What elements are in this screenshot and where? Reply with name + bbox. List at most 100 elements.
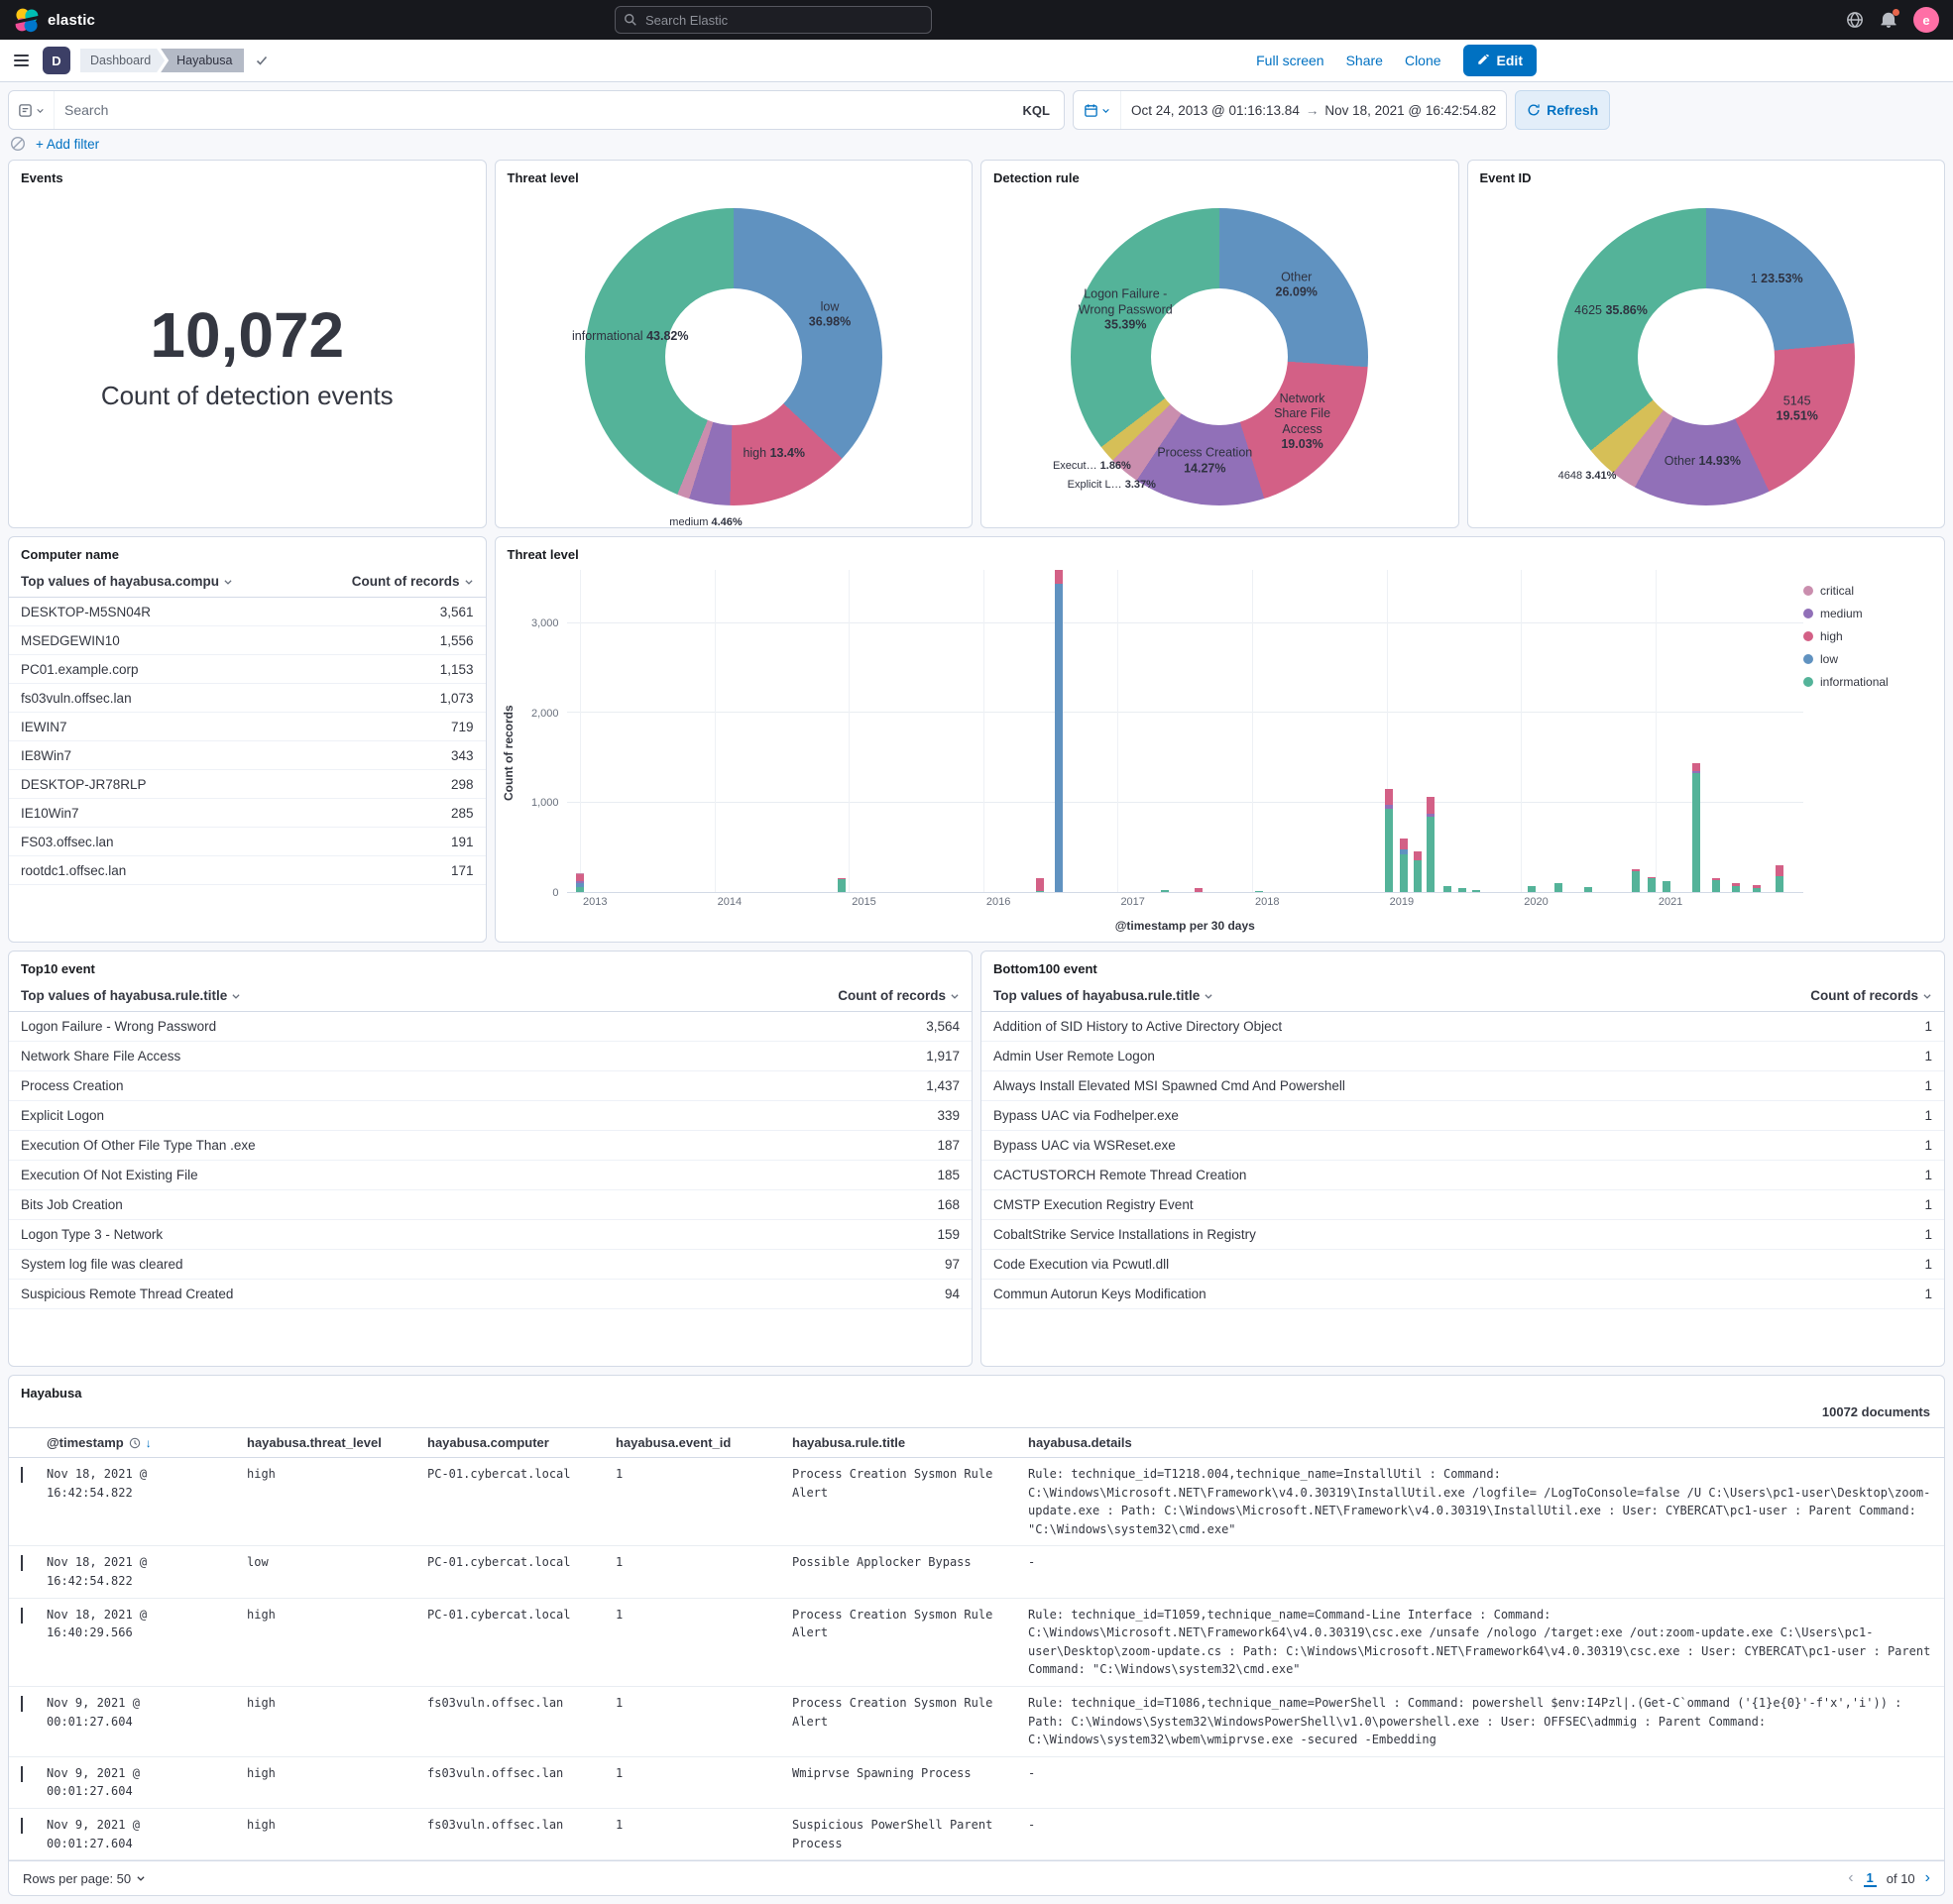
stacked-bar[interactable] bbox=[1732, 570, 1740, 892]
column-header-name[interactable]: Top values of hayabusa.rule.title bbox=[993, 988, 1213, 1003]
stacked-bar[interactable] bbox=[576, 570, 584, 892]
expand-row-icon[interactable] bbox=[21, 1467, 23, 1483]
column-header-count[interactable]: Count of records bbox=[1810, 988, 1932, 1003]
detection-rule-donut-chart[interactable]: Other 26.09%Network Share File Access 19… bbox=[1071, 208, 1368, 505]
table-row[interactable]: DESKTOP-JR78RLP 298 bbox=[9, 770, 486, 799]
stacked-bar[interactable] bbox=[1036, 570, 1044, 892]
legend-item[interactable]: high bbox=[1803, 629, 1934, 643]
expand-row-icon[interactable] bbox=[21, 1766, 23, 1782]
elastic-brand[interactable]: elastic bbox=[14, 7, 95, 33]
stacked-bar[interactable] bbox=[1427, 570, 1435, 892]
breadcrumb-dashboard[interactable]: Dashboard bbox=[80, 49, 165, 72]
table-row[interactable]: Commun Autorun Keys Modification 1 bbox=[981, 1280, 1944, 1309]
table-row[interactable]: Execution Of Not Existing File 185 bbox=[9, 1161, 972, 1190]
stacked-bar[interactable] bbox=[1400, 570, 1408, 892]
table-row[interactable]: Admin User Remote Logon 1 bbox=[981, 1042, 1944, 1071]
column-header-computer[interactable]: hayabusa.computer bbox=[427, 1435, 600, 1450]
table-row[interactable]: Execution Of Other File Type Than .exe 1… bbox=[9, 1131, 972, 1161]
panel-title[interactable]: Hayabusa bbox=[9, 1376, 1944, 1402]
stacked-bar[interactable] bbox=[1255, 570, 1263, 892]
panel-title[interactable]: Bottom100 event bbox=[981, 952, 1944, 978]
stacked-bar[interactable] bbox=[1472, 570, 1480, 892]
table-row[interactable]: Bypass UAC via WSReset.exe 1 bbox=[981, 1131, 1944, 1161]
panel-title[interactable]: Event ID bbox=[1468, 161, 1945, 187]
table-row[interactable]: DESKTOP-M5SN04R 3,561 bbox=[9, 598, 486, 626]
table-row[interactable]: FS03.offsec.lan 191 bbox=[9, 828, 486, 856]
legend-item[interactable]: low bbox=[1803, 652, 1934, 666]
column-header-name[interactable]: Top values of hayabusa.compu bbox=[21, 574, 233, 589]
calendar-icon[interactable] bbox=[1074, 91, 1121, 129]
user-avatar[interactable]: e bbox=[1913, 7, 1939, 33]
saved-query-menu-button[interactable] bbox=[9, 91, 55, 129]
table-row[interactable]: Bypass UAC via Fodhelper.exe 1 bbox=[981, 1101, 1944, 1131]
column-header-details[interactable]: hayabusa.details bbox=[1028, 1435, 1936, 1450]
event-id-donut-chart[interactable]: 1 23.53%5145 19.51%Other 14.93%4648 3.41… bbox=[1557, 208, 1855, 505]
expand-row-icon[interactable] bbox=[21, 1818, 23, 1834]
stacked-bar[interactable] bbox=[1753, 570, 1761, 892]
timeseries-plot[interactable] bbox=[567, 570, 1804, 893]
panel-title[interactable]: Events bbox=[9, 161, 486, 187]
table-row[interactable]: PC01.example.corp 1,153 bbox=[9, 655, 486, 684]
stacked-bar[interactable] bbox=[1458, 570, 1466, 892]
fullscreen-button[interactable]: Full screen bbox=[1256, 53, 1323, 68]
table-row[interactable]: Logon Type 3 - Network 159 bbox=[9, 1220, 972, 1250]
column-header-name[interactable]: Top values of hayabusa.rule.title bbox=[21, 988, 241, 1003]
stacked-bar[interactable] bbox=[1528, 570, 1536, 892]
date-from[interactable]: Oct 24, 2013 @ 01:16:13.84 bbox=[1131, 103, 1300, 118]
space-avatar[interactable]: D bbox=[43, 47, 70, 74]
next-page-icon[interactable]: › bbox=[1925, 1869, 1930, 1887]
column-header-count[interactable]: Count of records bbox=[838, 988, 960, 1003]
panel-title[interactable]: Threat level bbox=[496, 161, 973, 187]
table-row[interactable]: MSEDGEWIN10 1,556 bbox=[9, 626, 486, 655]
table-row[interactable]: Process Creation 1,437 bbox=[9, 1071, 972, 1101]
table-row[interactable]: rootdc1.offsec.lan 171 bbox=[9, 856, 486, 885]
table-row[interactable]: Explicit Logon 339 bbox=[9, 1101, 972, 1131]
table-row[interactable]: IE10Win7 285 bbox=[9, 799, 486, 828]
help-icon[interactable] bbox=[1846, 11, 1864, 29]
stacked-bar[interactable] bbox=[1385, 570, 1393, 892]
add-filter-button[interactable]: + Add filter bbox=[36, 137, 99, 152]
table-row[interactable]: IEWIN7 719 bbox=[9, 713, 486, 741]
column-header-event-id[interactable]: hayabusa.event_id bbox=[616, 1435, 776, 1450]
stacked-bar[interactable] bbox=[1195, 570, 1203, 892]
table-row[interactable]: System log file was cleared 97 bbox=[9, 1250, 972, 1280]
rows-per-page-selector[interactable]: Rows per page: 50 bbox=[23, 1871, 146, 1886]
table-row[interactable]: Network Share File Access 1,917 bbox=[9, 1042, 972, 1071]
notifications-bell-icon[interactable] bbox=[1880, 11, 1897, 29]
breadcrumb-current[interactable]: Hayabusa bbox=[161, 49, 244, 72]
table-row[interactable]: Logon Failure - Wrong Password 3,564 bbox=[9, 1012, 972, 1042]
kql-language-button[interactable]: KQL bbox=[1009, 103, 1064, 118]
table-row[interactable]: IE8Win7 343 bbox=[9, 741, 486, 770]
stacked-bar[interactable] bbox=[1663, 570, 1670, 892]
stacked-bar[interactable] bbox=[1776, 570, 1783, 892]
stacked-bar[interactable] bbox=[1632, 570, 1640, 892]
panel-title[interactable]: Computer name bbox=[9, 537, 486, 564]
stacked-bar[interactable] bbox=[1648, 570, 1656, 892]
expand-row-icon[interactable] bbox=[21, 1608, 23, 1624]
edit-button[interactable]: Edit bbox=[1463, 45, 1537, 76]
legend-item[interactable]: critical bbox=[1803, 584, 1934, 598]
current-page-button[interactable]: 1 bbox=[1864, 1870, 1877, 1887]
table-row[interactable]: CACTUSTORCH Remote Thread Creation 1 bbox=[981, 1161, 1944, 1190]
table-row[interactable]: Code Execution via Pcwutl.dll 1 bbox=[981, 1250, 1944, 1280]
global-search[interactable] bbox=[615, 6, 932, 34]
stacked-bar[interactable] bbox=[1692, 570, 1700, 892]
column-header-threat-level[interactable]: hayabusa.threat_level bbox=[247, 1435, 411, 1450]
threat-level-donut-chart[interactable]: low 36.98%high 13.4%medium 4.46%informat… bbox=[585, 208, 882, 505]
panel-title[interactable]: Detection rule bbox=[981, 161, 1458, 187]
stacked-bar[interactable] bbox=[1712, 570, 1720, 892]
column-header-count[interactable]: Count of records bbox=[352, 574, 474, 589]
share-button[interactable]: Share bbox=[1346, 53, 1383, 68]
stacked-bar[interactable] bbox=[1554, 570, 1562, 892]
menu-hamburger-icon[interactable] bbox=[10, 51, 33, 70]
stacked-bar[interactable] bbox=[838, 570, 846, 892]
panel-title[interactable]: Threat level bbox=[496, 537, 1945, 564]
table-row[interactable]: Always Install Elevated MSI Spawned Cmd … bbox=[981, 1071, 1944, 1101]
legend-item[interactable]: medium bbox=[1803, 607, 1934, 620]
column-header-rule-title[interactable]: hayabusa.rule.title bbox=[792, 1435, 1012, 1450]
kql-search-box[interactable]: KQL bbox=[8, 90, 1065, 130]
global-search-input[interactable] bbox=[643, 12, 923, 29]
filter-options-icon[interactable] bbox=[10, 136, 26, 152]
table-row[interactable]: Addition of SID History to Active Direct… bbox=[981, 1012, 1944, 1042]
stacked-bar[interactable] bbox=[1414, 570, 1422, 892]
